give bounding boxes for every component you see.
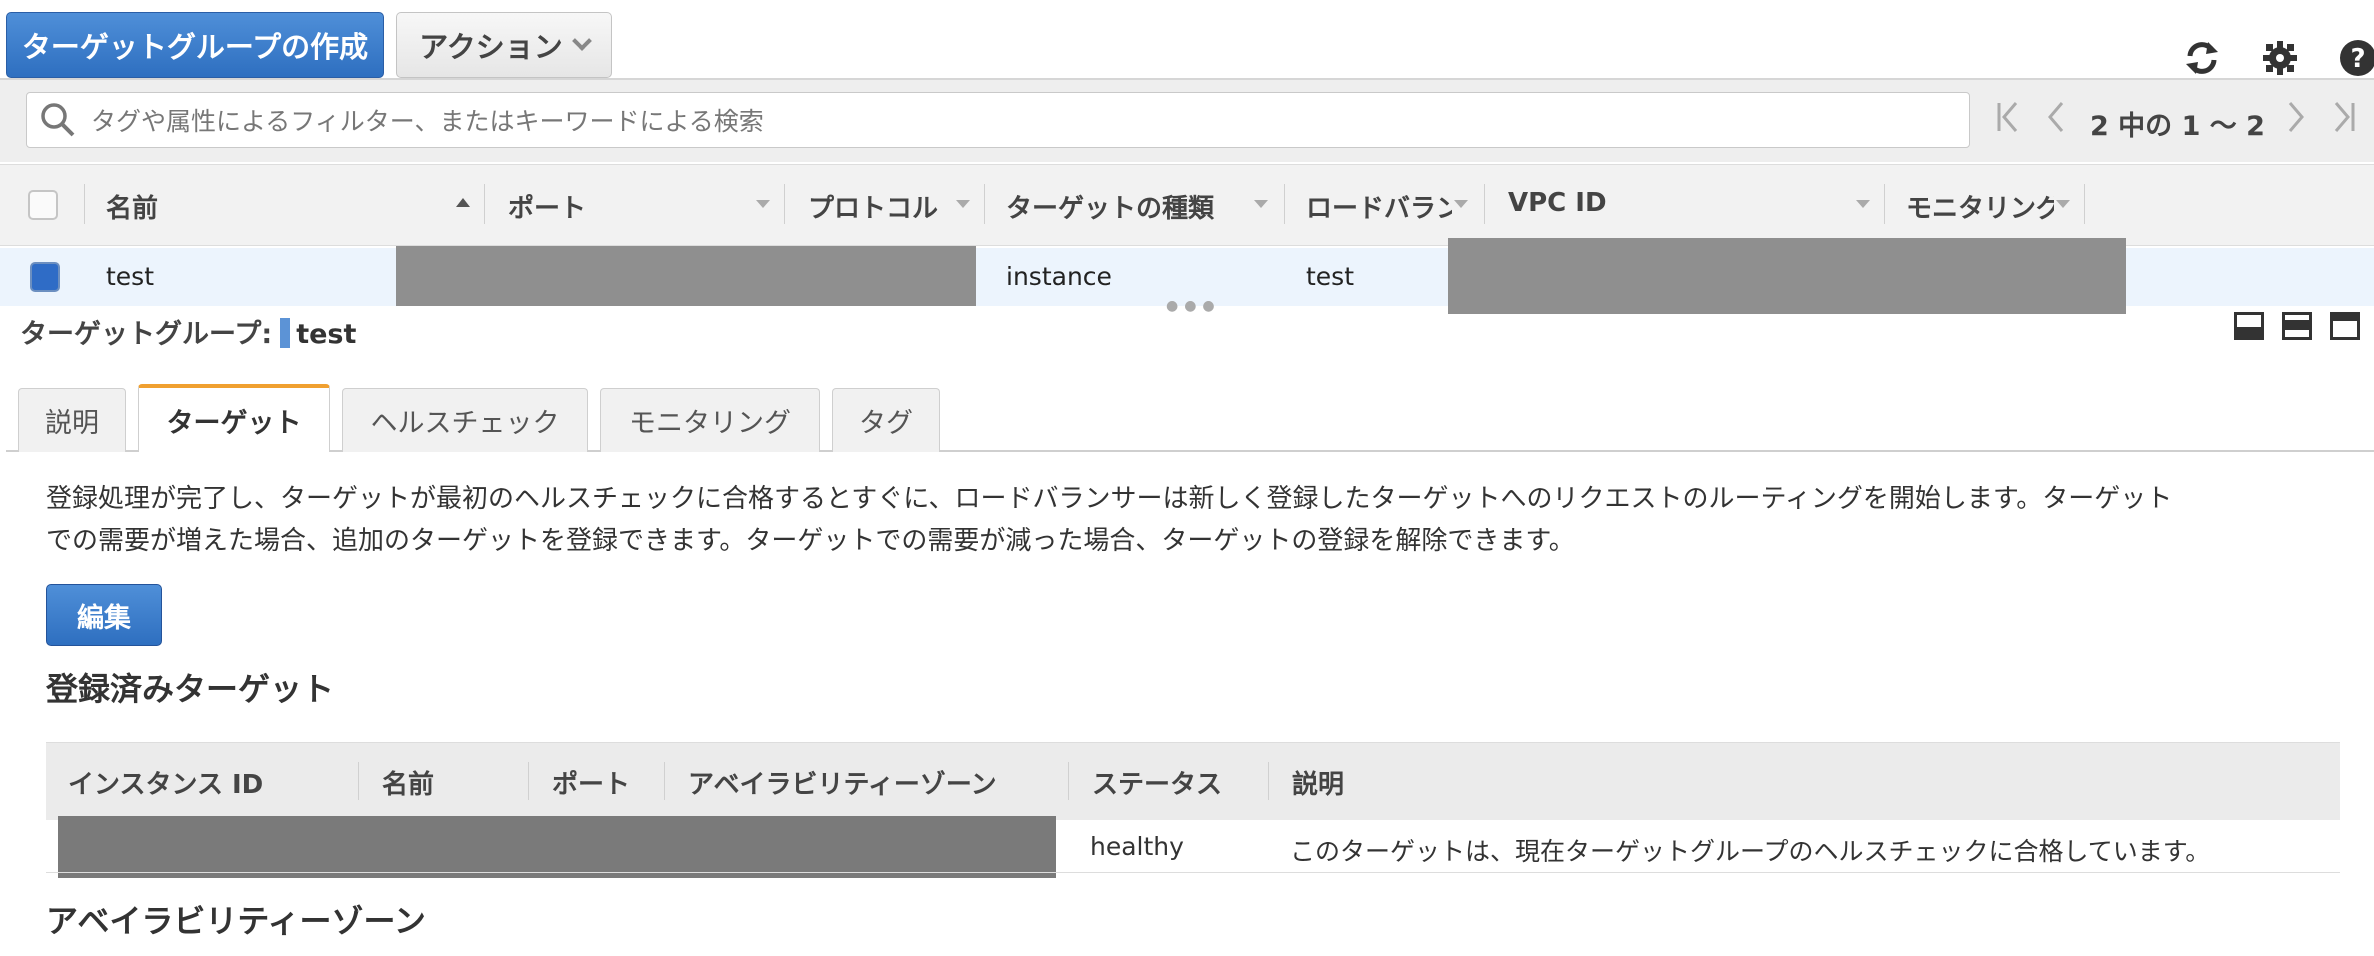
resize-handle[interactable]: ●●● bbox=[1166, 298, 1221, 314]
gear-icon[interactable] bbox=[2258, 36, 2302, 80]
svg-text:?: ? bbox=[2350, 44, 2365, 74]
description-line-1: 登録処理が完了し、ターゲットが最初のヘルスチェックに合格するとすぐに、ロードバラ… bbox=[46, 484, 2173, 514]
row-checkbox[interactable] bbox=[30, 262, 60, 292]
column-header-availability-zone: アベイラビリティーゾーン bbox=[688, 770, 997, 800]
availability-zone-title: アベイラビリティーゾーン bbox=[46, 902, 426, 940]
sort-icon[interactable] bbox=[756, 200, 770, 208]
detail-title: ターゲットグループ: test bbox=[20, 312, 356, 351]
row-target-type: instance bbox=[1006, 262, 1112, 291]
column-divider bbox=[528, 762, 529, 800]
last-page-icon[interactable] bbox=[2330, 100, 2356, 141]
help-icon[interactable]: ? bbox=[2336, 36, 2374, 80]
detail-title-value: test bbox=[296, 319, 357, 350]
column-header-protocol[interactable]: プロトコル bbox=[808, 188, 938, 225]
search-placeholder: タグや属性によるフィルター、またはキーワードによる検索 bbox=[91, 107, 764, 136]
column-header-target-type[interactable]: ターゲットの種類 bbox=[1006, 188, 1214, 225]
layout-split-icon[interactable] bbox=[2282, 312, 2312, 340]
column-header-name: 名前 bbox=[382, 770, 435, 800]
edit-button[interactable]: 編集 bbox=[46, 584, 162, 646]
row-name: test bbox=[106, 262, 155, 291]
create-target-group-button[interactable]: ターゲットグループの作成 bbox=[6, 12, 384, 78]
column-divider bbox=[484, 184, 485, 224]
column-header-name[interactable]: 名前 bbox=[106, 188, 158, 225]
tab-tags[interactable]: タグ bbox=[832, 388, 940, 452]
prev-page-icon[interactable] bbox=[2044, 100, 2066, 141]
redacted-area bbox=[58, 816, 1056, 878]
detail-title-label: ターゲットグループ: bbox=[20, 319, 273, 350]
column-divider bbox=[984, 184, 985, 224]
actions-label: アクション bbox=[419, 30, 563, 64]
column-divider bbox=[1284, 184, 1285, 224]
sort-asc-icon[interactable] bbox=[456, 198, 470, 207]
redacted-area bbox=[1448, 238, 2126, 314]
row-divider bbox=[46, 872, 2340, 873]
layout-top-icon[interactable] bbox=[2330, 312, 2360, 340]
column-header-vpc-id[interactable]: VPC ID bbox=[1508, 188, 1607, 218]
target-status: healthy bbox=[1090, 832, 1184, 861]
search-icon bbox=[41, 103, 75, 137]
column-divider bbox=[84, 184, 85, 224]
column-divider bbox=[784, 184, 785, 224]
column-divider bbox=[1268, 762, 1269, 800]
column-divider bbox=[1068, 762, 1069, 800]
sort-icon[interactable] bbox=[1856, 200, 1870, 208]
target-group-marker bbox=[280, 318, 291, 348]
sort-icon[interactable] bbox=[2056, 200, 2070, 208]
column-header-port[interactable]: ポート bbox=[508, 188, 586, 225]
row-load-balancer: test bbox=[1306, 262, 1355, 291]
page-count: 2 中の 1 ～ 2 bbox=[2090, 111, 2265, 142]
description-line-2: での需要が増えた場合、追加のターゲットを登録できます。ターゲットでの需要が減った… bbox=[46, 526, 1575, 556]
tab-targets[interactable]: ターゲット bbox=[138, 384, 330, 452]
chevron-down-icon bbox=[571, 31, 592, 51]
first-page-icon[interactable] bbox=[1996, 100, 2022, 141]
targets-description: 登録処理が完了し、ターゲットが最初のヘルスチェックに合格するとすぐに、ロードバラ… bbox=[46, 478, 2346, 562]
redacted-area bbox=[396, 246, 976, 306]
column-header-description: 説明 bbox=[1292, 770, 1345, 800]
column-header-instance-id: インスタンス ID bbox=[68, 770, 264, 800]
refresh-icon[interactable] bbox=[2180, 36, 2224, 80]
sort-icon[interactable] bbox=[1454, 200, 1468, 208]
sort-icon[interactable] bbox=[1254, 200, 1268, 208]
column-divider bbox=[2084, 184, 2085, 224]
select-all-checkbox[interactable] bbox=[28, 190, 58, 220]
layout-bottom-icon[interactable] bbox=[2234, 312, 2264, 340]
search-input[interactable]: タグや属性によるフィルター、またはキーワードによる検索 bbox=[26, 92, 1970, 148]
target-description: このターゲットは、現在ターゲットグループのヘルスチェックに合格しています。 bbox=[1290, 837, 2211, 866]
actions-dropdown[interactable]: アクション bbox=[396, 12, 612, 78]
column-header-port: ポート bbox=[552, 770, 631, 800]
column-divider bbox=[1884, 184, 1885, 224]
column-divider bbox=[664, 762, 665, 800]
column-header-status: ステータス bbox=[1092, 770, 1223, 800]
tab-description[interactable]: 説明 bbox=[18, 388, 126, 452]
column-divider bbox=[1484, 184, 1485, 224]
column-header-monitoring[interactable]: モニタリング bbox=[1906, 188, 2054, 225]
tab-health-check[interactable]: ヘルスチェック bbox=[342, 388, 588, 452]
column-header-load-balancer[interactable]: ロードバラン bbox=[1306, 188, 1452, 225]
registered-targets-title: 登録済みターゲット bbox=[46, 670, 335, 708]
column-divider bbox=[358, 762, 359, 800]
next-page-icon[interactable] bbox=[2286, 100, 2308, 141]
sort-icon[interactable] bbox=[956, 200, 970, 208]
tab-monitoring[interactable]: モニタリング bbox=[600, 388, 820, 452]
